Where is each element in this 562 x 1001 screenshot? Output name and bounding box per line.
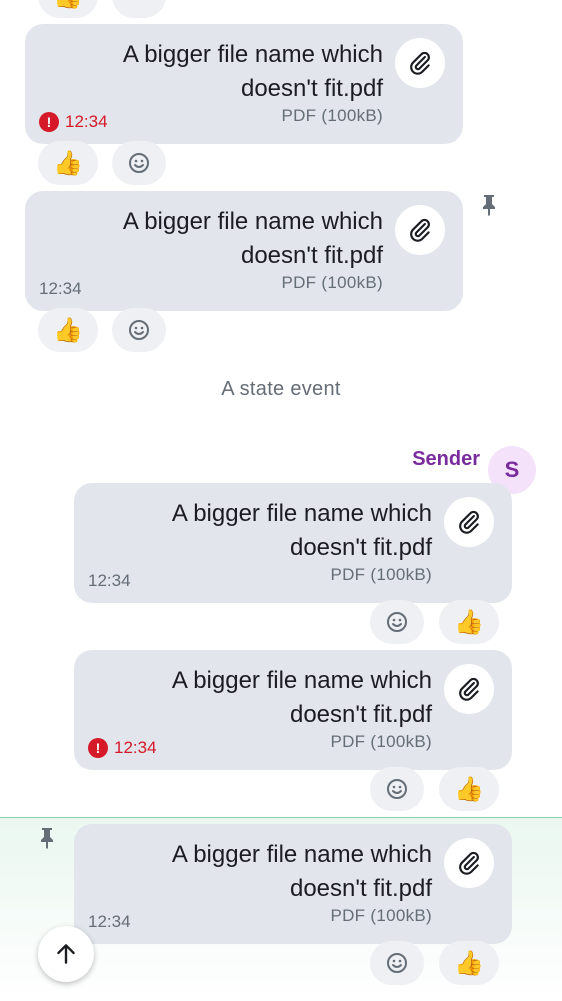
file-meta: PDF (100kB) bbox=[330, 732, 432, 751]
add-reaction-button[interactable] bbox=[370, 941, 424, 985]
message-bubble[interactable]: A bigger file name which doesn't fit.pdf… bbox=[25, 24, 463, 144]
reaction-thumbs-up[interactable]: 👍 bbox=[439, 941, 499, 985]
message-time: ! 12:34 bbox=[88, 738, 157, 758]
arrow-up-icon bbox=[57, 944, 75, 964]
message-bubble[interactable]: A bigger file name which doesn't fit.pdf… bbox=[74, 824, 512, 944]
add-reaction-icon bbox=[387, 953, 407, 973]
file-meta: PDF (100kB) bbox=[330, 906, 432, 925]
error-icon: ! bbox=[88, 738, 108, 758]
paperclip-icon[interactable] bbox=[444, 664, 494, 714]
paperclip-icon[interactable] bbox=[395, 38, 445, 88]
sender-name[interactable]: Sender bbox=[412, 448, 480, 471]
file-name: A bigger file name which doesn't fit.pdf bbox=[122, 208, 383, 269]
paperclip-icon[interactable] bbox=[444, 838, 494, 888]
message-time: 12:34 bbox=[39, 279, 82, 298]
pin-icon bbox=[36, 826, 58, 855]
reaction-thumbs-up[interactable]: 👍 bbox=[38, 141, 98, 185]
paperclip-icon[interactable] bbox=[444, 497, 494, 547]
add-reaction-button[interactable] bbox=[112, 141, 166, 185]
reaction-thumbs-up[interactable]: 👍 bbox=[38, 308, 98, 352]
reaction-thumbs-up[interactable]: 👍 bbox=[439, 767, 499, 811]
pin-icon bbox=[478, 193, 500, 222]
message-time: 12:34 bbox=[88, 571, 131, 590]
add-reaction-button[interactable] bbox=[112, 308, 166, 352]
add-reaction-icon bbox=[129, 153, 149, 173]
add-reaction-button[interactable] bbox=[370, 767, 424, 811]
file-name: A bigger file name which doesn't fit.pdf bbox=[171, 667, 432, 728]
add-reaction-icon bbox=[129, 320, 149, 340]
reaction-thumbs-up-partial[interactable]: 👍 bbox=[38, 0, 98, 18]
scroll-to-bottom-button[interactable] bbox=[38, 926, 94, 982]
add-reaction-button[interactable] bbox=[370, 600, 424, 644]
add-reaction-icon bbox=[387, 779, 407, 799]
file-name: A bigger file name which doesn't fit.pdf bbox=[122, 41, 383, 102]
message-time: 12:34 bbox=[88, 912, 131, 931]
add-reaction-icon bbox=[387, 612, 407, 632]
message-bubble[interactable]: A bigger file name which doesn't fit.pdf… bbox=[74, 483, 512, 603]
message-bubble[interactable]: A bigger file name which doesn't fit.pdf… bbox=[25, 191, 463, 311]
paperclip-icon[interactable] bbox=[395, 205, 445, 255]
add-reaction-button-partial[interactable] bbox=[112, 0, 166, 18]
state-event: A state event bbox=[221, 378, 341, 400]
file-meta: PDF (100kB) bbox=[330, 565, 432, 584]
message-bubble[interactable]: A bigger file name which doesn't fit.pdf… bbox=[74, 650, 512, 770]
file-meta: PDF (100kB) bbox=[281, 273, 383, 292]
file-meta: PDF (100kB) bbox=[281, 106, 383, 125]
message-time: ! 12:34 bbox=[39, 112, 108, 132]
error-icon: ! bbox=[39, 112, 59, 132]
file-name: A bigger file name which doesn't fit.pdf bbox=[171, 841, 432, 902]
file-name: A bigger file name which doesn't fit.pdf bbox=[171, 500, 432, 561]
reaction-thumbs-up[interactable]: 👍 bbox=[439, 600, 499, 644]
